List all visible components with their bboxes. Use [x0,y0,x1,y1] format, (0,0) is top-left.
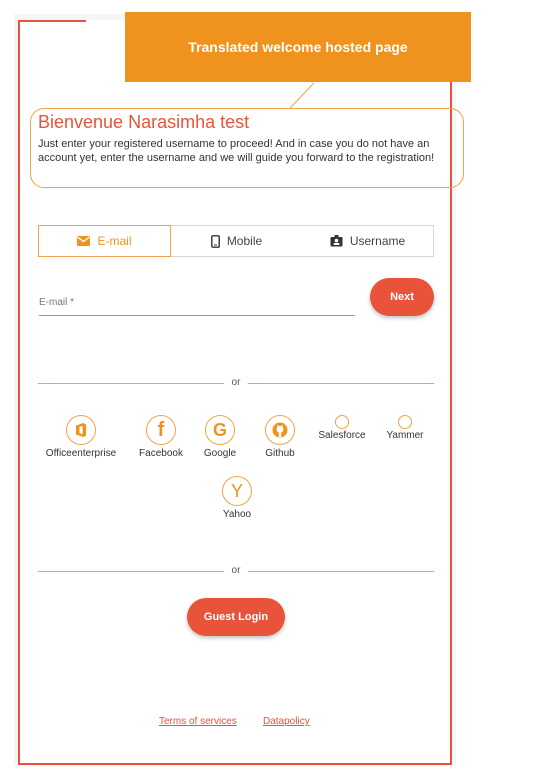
guest-login-button[interactable]: Guest Login [187,598,285,636]
tab-mobile[interactable]: Mobile [171,226,302,256]
id-badge-icon [330,235,343,247]
facebook-icon: f [157,418,165,441]
separator-or-1: or [38,376,434,390]
datapolicy-link[interactable]: Datapolicy [263,716,310,727]
social-label-officeenterprise: Officeenterprise [45,448,117,459]
email-field-label: E-mail * [39,297,75,308]
yammer-circle-icon [398,415,412,429]
next-button[interactable]: Next [370,278,434,316]
social-login-yammer[interactable]: Yammer [380,415,430,441]
tab-username[interactable]: Username [302,226,433,256]
social-login-github[interactable]: Github [258,415,302,459]
google-icon: G [212,419,227,440]
social-login-officeenterprise[interactable]: Officeenterprise [38,415,124,459]
envelope-icon [77,236,91,246]
login-method-tabs: E-mail Mobile Username [38,225,434,257]
email-input[interactable] [39,315,355,316]
salesforce-circle-icon [335,415,349,429]
welcome-title: Bienvenue Narasimha test [38,112,250,132]
office-icon [76,423,86,437]
social-label-yammer: Yammer [386,430,424,441]
tab-username-label: Username [349,234,406,248]
social-login-salesforce[interactable]: Salesforce [313,415,371,441]
separator-or-2: or [38,564,434,578]
terms-of-services-link[interactable]: Terms of services [159,716,237,727]
social-login-google[interactable]: G Google [196,415,244,459]
tab-email[interactable]: E-mail [38,225,171,257]
annotation-callout: Translated welcome hosted page [125,12,471,82]
social-label-github: Github [265,448,295,459]
mobile-icon [210,234,220,248]
yahoo-icon: Y [230,480,243,501]
social-label-google: Google [203,448,237,459]
social-login-yahoo[interactable]: Y Yahoo [214,476,260,520]
card-top-border [18,20,86,22]
github-icon [272,422,288,438]
tab-mobile-label: Mobile [226,234,263,248]
social-label-facebook: Facebook [139,448,183,459]
tab-email-label: E-mail [97,234,132,248]
welcome-text: Just enter your registered username to p… [38,138,435,164]
annotation-callout-text: Translated welcome hosted page [188,39,408,55]
social-login-facebook[interactable]: f Facebook [130,415,192,459]
social-label-salesforce: Salesforce [318,430,366,441]
social-label-yahoo: Yahoo [222,509,252,520]
